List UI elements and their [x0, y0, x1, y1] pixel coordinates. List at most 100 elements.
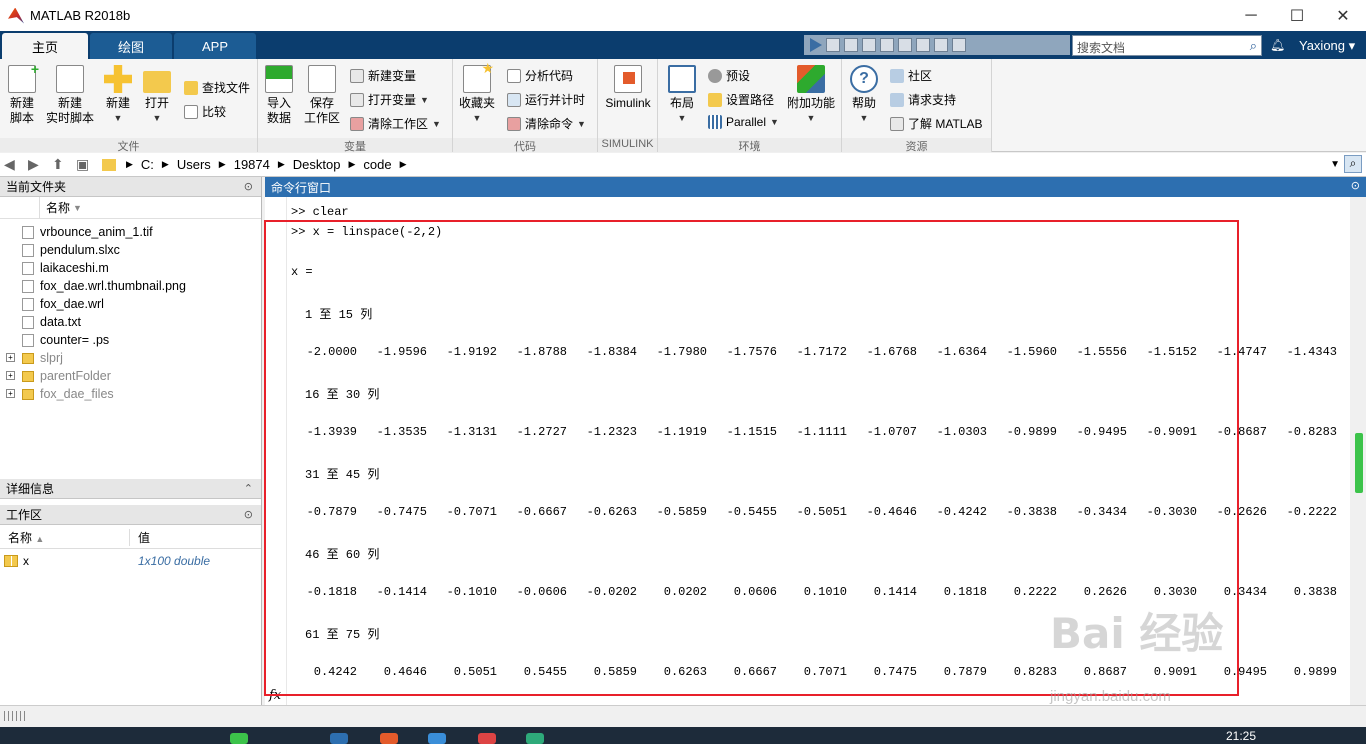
open-dropdown-icon[interactable]: ▼: [142, 111, 172, 126]
clear-workspace-button[interactable]: 清除工作区 ▼: [350, 115, 441, 132]
folder-item[interactable]: + fox_dae_files: [0, 385, 261, 403]
file-item[interactable]: vrbounce_anim_1.tif: [0, 223, 261, 241]
simulink-button[interactable]: Simulink: [602, 65, 654, 111]
paste-icon[interactable]: [880, 38, 894, 52]
save-workspace-button[interactable]: 保存 工作区: [302, 65, 342, 126]
scrollbar-thumb[interactable]: [1355, 433, 1363, 493]
vertical-scrollbar[interactable]: [1350, 197, 1366, 705]
find-files-button[interactable]: 查找文件: [184, 79, 250, 96]
collapse-icon[interactable]: ⌃: [244, 482, 253, 495]
taskbar-app-icon[interactable]: [478, 733, 496, 744]
workspace-value-column[interactable]: 值: [130, 529, 150, 546]
new-dropdown-icon[interactable]: ▼: [104, 111, 132, 126]
tab-apps[interactable]: APP: [174, 33, 257, 59]
parallel-button[interactable]: Parallel ▼: [708, 115, 779, 129]
current-folder-column-header[interactable]: 名称 ▼: [0, 196, 261, 219]
new-live-script-button[interactable]: 新建 实时脚本: [46, 65, 94, 126]
cut-icon[interactable]: [844, 38, 858, 52]
undo-icon[interactable]: [898, 38, 912, 52]
maximize-button[interactable]: ☐: [1274, 0, 1320, 31]
parallel-dropdown-icon[interactable]: ▼: [770, 117, 779, 127]
help-button[interactable]: ? 帮助 ▼: [848, 65, 880, 126]
breadcrumb-item[interactable]: code: [363, 157, 391, 172]
expand-icon[interactable]: +: [6, 353, 15, 362]
copy-icon[interactable]: [862, 38, 876, 52]
file-item[interactable]: counter= .ps: [0, 331, 261, 349]
address-dropdown-icon[interactable]: ▼: [1330, 159, 1340, 170]
new-script-button[interactable]: + 新建 脚本: [6, 62, 39, 126]
details-header[interactable]: 详细信息 ⌃: [0, 479, 261, 499]
clear-workspace-dropdown-icon[interactable]: ▼: [432, 119, 441, 129]
community-button[interactable]: 社区: [890, 67, 932, 84]
breadcrumb-item[interactable]: Users: [177, 157, 211, 172]
function-browser-icon[interactable]: fx: [269, 688, 281, 703]
addons-button[interactable]: 附加功能 ▼: [786, 65, 836, 126]
file-item[interactable]: pendulum.slxc: [0, 241, 261, 259]
taskbar-app-icon[interactable]: [526, 733, 544, 744]
taskbar-app-icon[interactable]: [230, 733, 248, 744]
tab-home[interactable]: 主页: [2, 33, 88, 59]
help-dropdown-icon[interactable]: ▼: [848, 111, 880, 126]
open-button[interactable]: 打开 ▼: [142, 65, 172, 126]
switch-windows-icon[interactable]: [934, 38, 948, 52]
type-column[interactable]: [18, 196, 40, 219]
open-variable-dropdown-icon[interactable]: ▼: [420, 95, 429, 105]
tab-plots[interactable]: 绘图: [90, 33, 173, 59]
compare-button[interactable]: 比较: [184, 103, 226, 120]
new-variable-button[interactable]: 新建变量: [350, 67, 416, 84]
clear-commands-dropdown-icon[interactable]: ▼: [577, 119, 586, 129]
redo-icon[interactable]: [916, 38, 930, 52]
folder-item[interactable]: + slprj: [0, 349, 261, 367]
panel-actions-icon[interactable]: ⊙: [244, 180, 253, 193]
file-item[interactable]: laikaceshi.m: [0, 259, 261, 277]
save-icon[interactable]: [826, 38, 840, 52]
favorites-button[interactable]: ★ 收藏夹 ▼: [459, 61, 495, 126]
back-arrow-icon[interactable]: ◀: [4, 156, 24, 173]
command-window-actions-icon[interactable]: ⊙: [1351, 179, 1360, 192]
taskbar-app-icon[interactable]: [330, 733, 348, 744]
breadcrumb-item[interactable]: 19874: [234, 157, 270, 172]
learn-matlab-button[interactable]: 了解 MATLAB: [890, 115, 982, 132]
user-menu[interactable]: Yaxiong ▾: [1299, 38, 1355, 54]
favorites-dropdown-icon[interactable]: ▼: [459, 111, 495, 126]
expand-icon[interactable]: +: [6, 371, 15, 380]
breadcrumb-item[interactable]: C:: [141, 157, 154, 172]
clock[interactable]: 21:25: [1226, 729, 1256, 743]
minimize-button[interactable]: ─: [1228, 0, 1274, 31]
address-search-icon[interactable]: ⌕: [1344, 155, 1362, 173]
open-variable-button[interactable]: 打开变量 ▼: [350, 91, 429, 108]
request-support-button[interactable]: 请求支持: [890, 91, 956, 108]
breadcrumb-item[interactable]: Desktop: [293, 157, 341, 172]
file-item[interactable]: data.txt: [0, 313, 261, 331]
folder-item[interactable]: + parentFolder: [0, 367, 261, 385]
layout-dropdown-icon[interactable]: ▼: [664, 111, 700, 126]
taskbar-app-icon[interactable]: [428, 733, 446, 744]
name-column-label[interactable]: 名称: [46, 199, 70, 216]
up-folder-icon[interactable]: ⬆: [52, 156, 72, 173]
import-data-button[interactable]: 导入 数据: [264, 65, 294, 126]
file-item[interactable]: fox_dae.wrl: [0, 295, 261, 313]
taskbar-matlab-icon[interactable]: [380, 733, 398, 744]
search-icon[interactable]: ⌕: [1250, 38, 1257, 54]
sort-icon[interactable]: ▼: [73, 203, 82, 213]
notification-bell-icon[interactable]: 🔔︎: [1270, 38, 1285, 52]
run-icon[interactable]: [810, 38, 822, 52]
file-item[interactable]: fox_dae.wrl.thumbnail.png: [0, 277, 261, 295]
workspace-variable-row[interactable]: x 1x100 double: [0, 551, 261, 571]
browse-folder-icon[interactable]: ▣: [76, 156, 96, 173]
addons-dropdown-icon[interactable]: ▼: [786, 111, 836, 126]
analyze-code-button[interactable]: 分析代码: [507, 67, 573, 84]
new-button[interactable]: 新建 ▼: [104, 65, 132, 126]
help-icon[interactable]: [952, 38, 966, 52]
clear-commands-button[interactable]: 清除命令 ▼: [507, 115, 586, 132]
preferences-button[interactable]: 预设: [708, 67, 750, 84]
forward-arrow-icon[interactable]: ▶: [28, 156, 48, 173]
expand-icon[interactable]: +: [6, 389, 15, 398]
layout-button[interactable]: 布局 ▼: [664, 65, 700, 126]
workspace-name-column[interactable]: 名称 ▲: [0, 529, 130, 546]
run-and-time-button[interactable]: 运行并计时: [507, 91, 585, 108]
search-docs-input[interactable]: 搜索文档 ⌕: [1072, 35, 1262, 56]
workspace-actions-icon[interactable]: ⊙: [244, 508, 253, 521]
set-path-button[interactable]: 设置路径: [708, 91, 774, 108]
close-button[interactable]: ✕: [1320, 0, 1366, 31]
